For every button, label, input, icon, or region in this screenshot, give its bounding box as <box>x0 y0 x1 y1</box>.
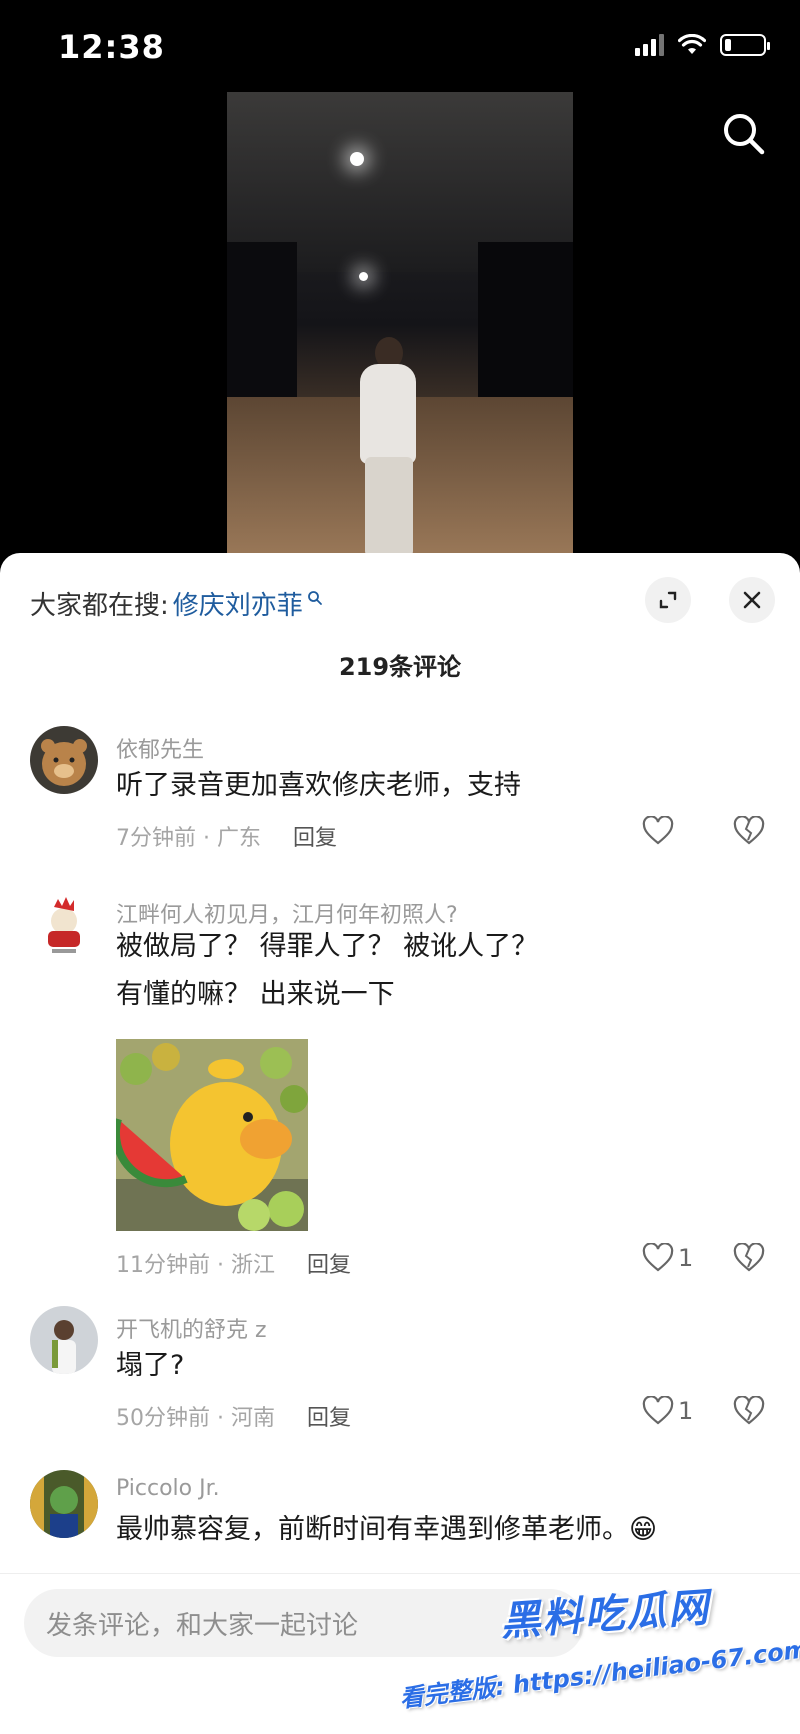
wifi-icon <box>678 34 706 54</box>
comment-text: 听了录音更加喜欢修庆老师，支持 <box>116 770 521 801</box>
signal-icon <box>635 34 664 56</box>
comment-time-location: 50分钟前 · 河南 <box>116 1406 275 1431</box>
like-button[interactable]: 1 <box>642 1396 693 1426</box>
broken-heart-icon <box>733 815 765 845</box>
heart-icon <box>642 1396 674 1425</box>
rooster-avatar-icon <box>30 891 98 959</box>
comment-input-bar: 发条评论，和大家一起讨论 黑料吃瓜网 看完整版: https://heiliao… <box>0 1573 800 1734</box>
search-button[interactable] <box>720 110 768 158</box>
avatar[interactable] <box>30 1470 98 1538</box>
comment-count: 219条评论 <box>338 653 462 681</box>
comment-username[interactable]: 开飞机的舒克 z <box>116 1312 267 1344</box>
dislike-button[interactable] <box>733 1395 765 1430</box>
comment-sheet: 大家都在搜: 修庆刘亦菲 219条评论 依郁先生 听了录音更加喜欢修庆老师，支持… <box>0 553 800 1733</box>
close-button[interactable] <box>729 577 775 623</box>
dislike-button[interactable] <box>733 815 765 850</box>
hot-search-label: 大家都在搜: <box>30 591 169 621</box>
dislike-button[interactable] <box>733 1242 765 1277</box>
video-light <box>359 272 368 281</box>
comment-username[interactable]: 依郁先生 <box>116 732 204 764</box>
watermark-title: 黑料吃瓜网 <box>498 1584 712 1646</box>
battery-icon <box>720 34 770 56</box>
status-time: 12:38 <box>58 28 165 66</box>
like-count: 1 <box>678 1244 694 1272</box>
broken-heart-icon <box>733 1242 765 1272</box>
comment-sticker-image[interactable] <box>116 1039 308 1231</box>
video-person-legs <box>365 457 413 557</box>
expand-icon <box>659 591 677 609</box>
comment-meta: 11分钟前 · 浙江 回复 <box>116 1247 351 1279</box>
piccolo-avatar-icon <box>30 1470 98 1538</box>
comment-meta: 50分钟前 · 河南 回复 <box>116 1400 351 1432</box>
comment-username[interactable]: Piccolo Jr. <box>116 1476 220 1501</box>
broken-heart-icon <box>733 1395 765 1425</box>
bear-avatar-icon <box>30 726 98 794</box>
close-icon <box>743 591 761 609</box>
status-icons <box>635 34 770 56</box>
avatar[interactable] <box>30 1306 98 1374</box>
reply-button[interactable]: 回复 <box>293 820 337 852</box>
capybara-sticker-icon <box>116 1039 308 1231</box>
comment-text: 被做局了？ 得罪人了？ 被讹人了？ <box>116 931 539 962</box>
expand-button[interactable] <box>645 577 691 623</box>
status-bar: 12:38 <box>0 0 800 95</box>
heart-icon <box>642 816 674 845</box>
comment-time-location: 7分钟前 · 广东 <box>116 826 261 851</box>
like-button[interactable]: 1 <box>642 1243 693 1273</box>
video-light <box>350 152 364 166</box>
like-count: 1 <box>678 1397 694 1425</box>
mini-search-icon <box>307 590 322 605</box>
comment-meta: 7分钟前 · 广东 回复 <box>116 820 337 852</box>
person-avatar-icon <box>30 1306 98 1374</box>
heart-icon <box>642 1243 674 1272</box>
reply-button[interactable]: 回复 <box>307 1247 351 1279</box>
video-person-body <box>360 364 416 464</box>
like-button[interactable] <box>642 816 678 846</box>
search-icon <box>724 114 765 155</box>
comment-text: 有懂的嘛？ 出来说一下 <box>116 979 395 1010</box>
avatar[interactable] <box>30 726 98 794</box>
hot-search-bar[interactable]: 大家都在搜: 修庆刘亦菲 <box>30 585 323 622</box>
video-player[interactable] <box>227 92 573 557</box>
comment-text: 塌了? <box>116 1350 185 1381</box>
reply-button[interactable]: 回复 <box>307 1400 351 1432</box>
comment-time-location: 11分钟前 · 浙江 <box>116 1253 275 1278</box>
hot-search-term[interactable]: 修庆刘亦菲 <box>173 585 303 622</box>
comment-text: 最帅慕容复，前断时间有幸遇到修革老师。😁 <box>116 1514 658 1545</box>
avatar[interactable] <box>30 891 98 959</box>
